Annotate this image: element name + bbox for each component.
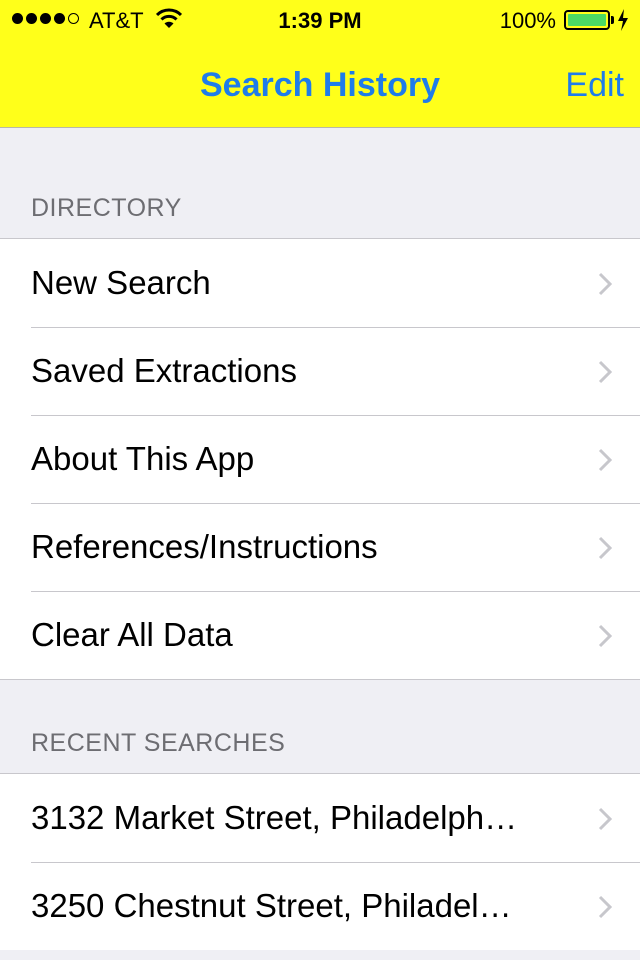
recent-search-item[interactable]: 3132 Market Street, Philadelph… xyxy=(0,774,640,862)
row-label: 3250 Chestnut Street, Philadel… xyxy=(31,887,512,924)
chevron-right-icon xyxy=(598,807,613,836)
section-header-recent-searches: RECENT SEARCHES xyxy=(31,729,286,757)
row-new-search[interactable]: New Search xyxy=(0,239,640,327)
page-title: Search History xyxy=(200,66,440,104)
battery-level xyxy=(568,14,606,26)
chevron-right-icon xyxy=(598,360,613,389)
bolt-icon xyxy=(617,9,629,37)
row-references-instructions[interactable]: References/Instructions xyxy=(0,503,640,591)
chevron-right-icon xyxy=(598,895,613,924)
navigation-header: AT&T 1:39 PM 100% Search History Edit xyxy=(0,0,640,128)
edit-button[interactable]: Edit xyxy=(565,66,624,105)
row-label: Saved Extractions xyxy=(31,352,297,389)
row-about-this-app[interactable]: About This App xyxy=(0,415,640,503)
directory-list: New Search Saved Extractions About This … xyxy=(0,238,640,680)
row-label: Clear All Data xyxy=(31,616,233,653)
row-label: About This App xyxy=(31,440,255,477)
recent-search-item[interactable]: 3250 Chestnut Street, Philadel… xyxy=(0,862,640,950)
row-clear-all-data[interactable]: Clear All Data xyxy=(0,591,640,679)
row-label: New Search xyxy=(31,264,211,301)
chevron-right-icon xyxy=(598,448,613,477)
section-header-directory: DIRECTORY xyxy=(31,194,182,222)
battery-tip xyxy=(611,16,614,24)
row-saved-extractions[interactable]: Saved Extractions xyxy=(0,327,640,415)
status-bar: AT&T 1:39 PM 100% xyxy=(0,0,640,40)
chevron-right-icon xyxy=(598,272,613,301)
recent-searches-list: 3132 Market Street, Philadelph… 3250 Che… xyxy=(0,773,640,950)
battery-percent: 100% xyxy=(499,8,556,33)
row-label: 3132 Market Street, Philadelph… xyxy=(31,799,518,836)
chevron-right-icon xyxy=(598,536,613,565)
chevron-right-icon xyxy=(598,624,613,653)
battery-icon xyxy=(564,10,610,30)
row-label: References/Instructions xyxy=(31,528,378,565)
